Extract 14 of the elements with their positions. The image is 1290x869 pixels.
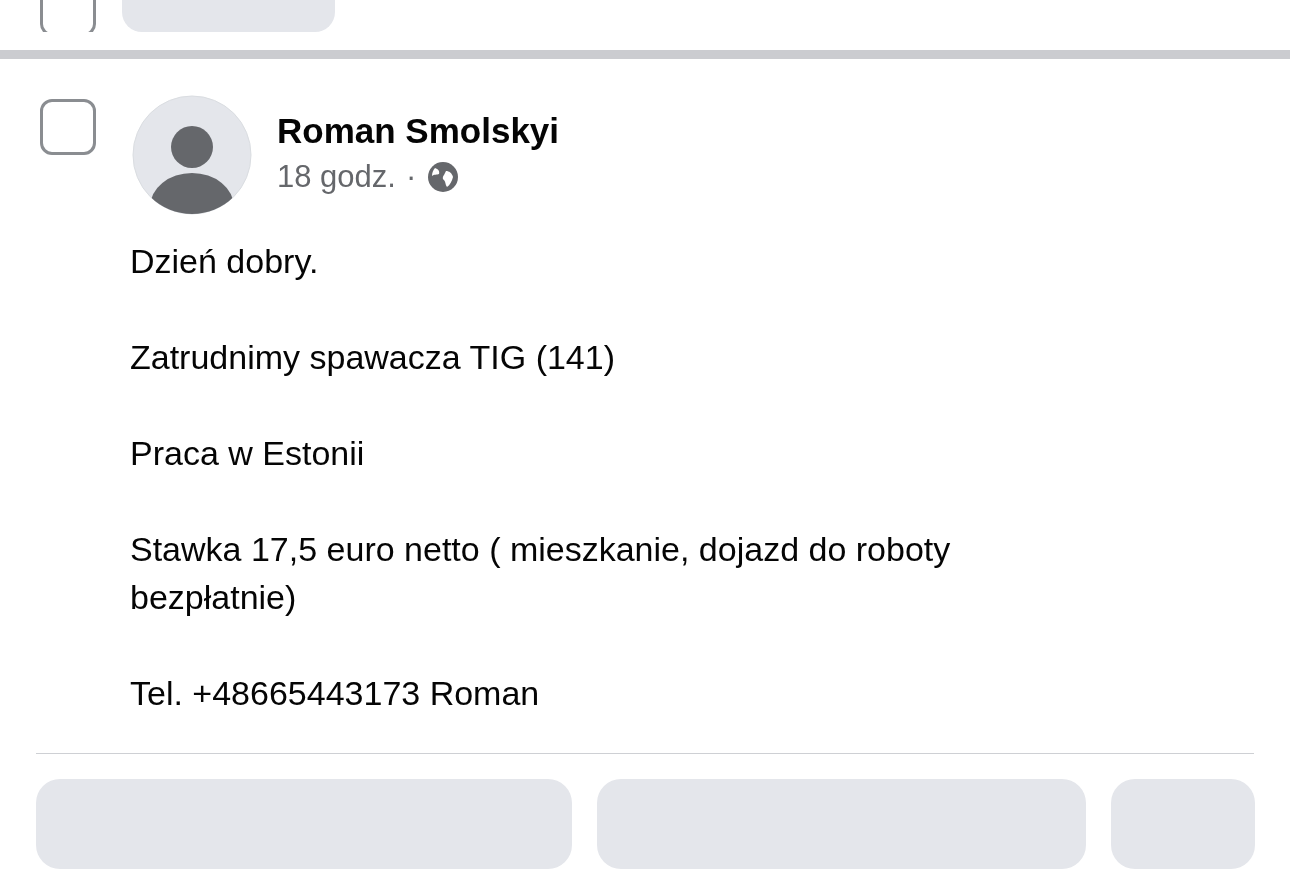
action-button[interactable] — [36, 779, 572, 869]
action-button[interactable] — [597, 779, 1086, 869]
globe-icon — [426, 160, 461, 194]
action-button[interactable] — [1111, 779, 1255, 869]
post-text: Praca w Estonii — [130, 433, 366, 474]
post-time[interactable]: 18 godz. — [277, 159, 396, 195]
avatar-icon[interactable] — [132, 95, 252, 215]
checkbox[interactable] — [40, 99, 96, 155]
post-text: Stawka 17,5 euro netto ( mieszkanie, dojazd do roboty bezpłatnie) — [130, 529, 952, 618]
author-name[interactable]: Roman Smolskyi — [277, 111, 560, 151]
separator: · — [405, 159, 417, 195]
post-text: Zatrudnimy spawacza TIG (141) — [130, 337, 616, 378]
post-text: Dzień dobry. — [130, 241, 320, 282]
post-text: Tel. +48665443173 Roman — [130, 673, 541, 714]
